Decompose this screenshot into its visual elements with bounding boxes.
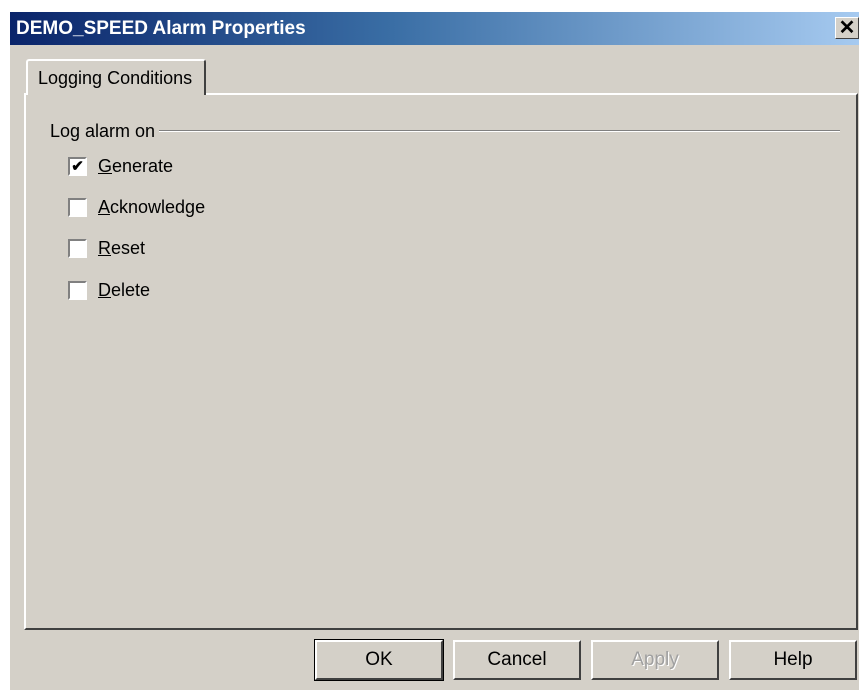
- window-title: DEMO_SPEED Alarm Properties: [16, 17, 306, 39]
- reset-label: Reset: [98, 237, 146, 258]
- checkbox-box-generate[interactable]: ✔: [68, 156, 87, 176]
- acknowledge-checkbox[interactable]: Acknowledge: [68, 194, 205, 220]
- group-label: Log alarm on: [50, 120, 156, 141]
- generate-checkbox[interactable]: ✔ Generate: [68, 153, 173, 179]
- title-bar[interactable]: DEMO_SPEED Alarm Properties ✕: [10, 12, 859, 45]
- checkbox-box-acknowledge[interactable]: [68, 197, 87, 217]
- ok-button[interactable]: OK: [314, 639, 444, 681]
- apply-button[interactable]: Apply: [591, 640, 719, 680]
- acknowledge-label: Acknowledge: [98, 196, 206, 217]
- alarm-properties-dialog: DEMO_SPEED Alarm Properties ✕ Logging Co…: [10, 12, 859, 690]
- reset-checkbox[interactable]: Reset: [68, 235, 145, 261]
- tab-logging-conditions[interactable]: Logging Conditions: [26, 59, 206, 95]
- cancel-button[interactable]: Cancel: [453, 640, 581, 680]
- delete-checkbox[interactable]: Delete: [68, 277, 150, 303]
- delete-label: Delete: [98, 279, 151, 300]
- tab-panel: Log alarm on ✔ Generate Acknowledge Rese…: [24, 93, 858, 630]
- log-alarm-on-group: Log alarm on: [50, 119, 840, 143]
- tab-label: Logging Conditions: [38, 67, 193, 88]
- group-divider: [159, 130, 840, 132]
- checkbox-box-delete[interactable]: [68, 280, 87, 300]
- generate-label: Generate: [98, 155, 174, 176]
- checkbox-box-reset[interactable]: [68, 238, 87, 258]
- checkmark-icon: ✔: [71, 157, 84, 175]
- help-button[interactable]: Help: [729, 640, 857, 680]
- close-button[interactable]: ✕: [835, 17, 859, 39]
- close-icon: ✕: [838, 17, 856, 39]
